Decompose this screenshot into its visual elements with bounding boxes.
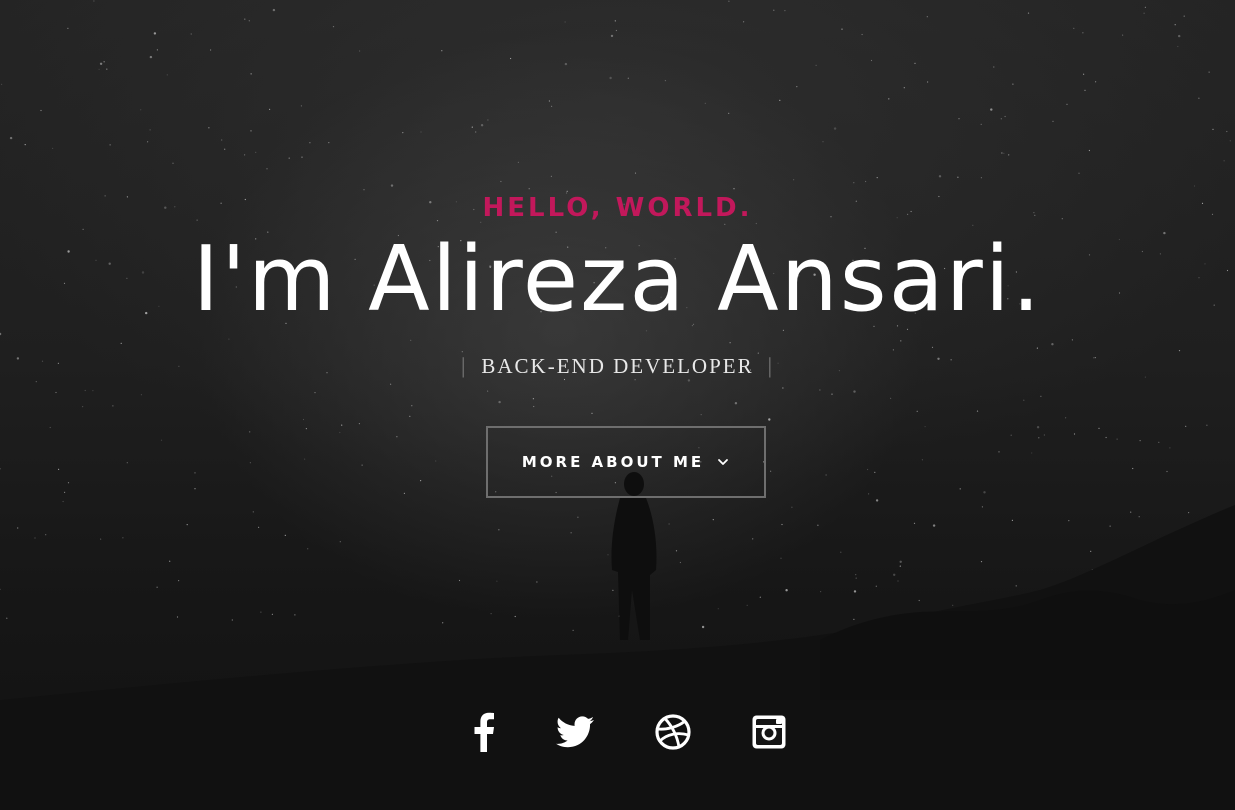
greeting-text: HELLO, WORLD. — [482, 193, 753, 223]
dribbble-link[interactable] — [651, 712, 695, 756]
facebook-icon — [472, 712, 496, 757]
twitter-link[interactable] — [553, 712, 597, 756]
silhouette-landscape — [0, 472, 1235, 810]
role-separator-left: | — [460, 353, 468, 378]
instagram-link[interactable] — [747, 712, 791, 756]
twitter-icon — [556, 715, 594, 753]
dribbble-icon — [654, 713, 692, 756]
hero-name-heading: I'm Alireza Ansari. — [192, 227, 1043, 332]
role-separator-right: | — [767, 353, 775, 378]
social-links — [0, 712, 1235, 756]
hero-section: HELLO, WORLD. I'm Alireza Ansari. | BACK-… — [0, 0, 1235, 810]
instagram-icon — [751, 714, 787, 755]
role-text: BACK-END DEVELOPER — [481, 354, 754, 378]
chevron-down-icon — [716, 455, 730, 469]
more-about-me-button[interactable]: MORE ABOUT ME — [486, 426, 766, 498]
facebook-link[interactable] — [462, 712, 506, 756]
more-about-me-label: MORE ABOUT ME — [521, 453, 705, 471]
role-subtitle: | BACK-END DEVELOPER | — [0, 350, 1235, 382]
